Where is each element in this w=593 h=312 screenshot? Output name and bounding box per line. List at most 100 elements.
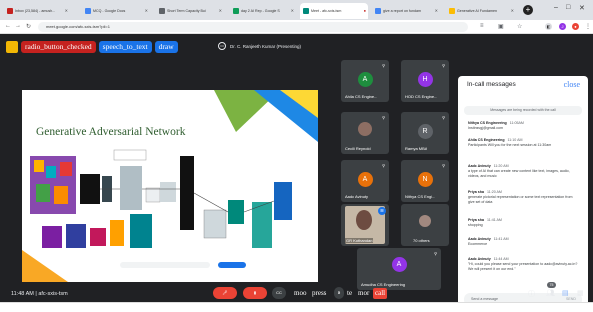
tab-close-icon[interactable]: ✕ (435, 8, 438, 13)
participant-tile[interactable]: ⚲ R Ramya MBA (401, 112, 449, 154)
camera-icon[interactable]: ▣ (498, 23, 504, 30)
tab-label: Inbox (23,584) - amush... (15, 9, 56, 13)
diagram-thumb (66, 224, 86, 248)
participant-video-tile[interactable]: ≋ GR Kothandan (341, 204, 389, 246)
avatar: H (417, 72, 433, 87)
tab-short-term[interactable]: Short Term Capacity Bui ✕ (156, 3, 224, 19)
google-icon (375, 8, 381, 14)
meet-stage: radio_button_checked speech_to_text draw… (0, 34, 593, 312)
diagram-fake-samples (203, 209, 227, 239)
diagram-noise-block (120, 166, 142, 210)
press-text[interactable]: press (310, 288, 328, 299)
shared-slide: Generative Adversarial Network (22, 90, 318, 282)
minimize-icon[interactable]: – (554, 4, 558, 11)
speech-to-text-button[interactable]: speech_to_text (98, 41, 152, 53)
camera-off-button[interactable]: ▮ (243, 287, 267, 299)
pin-icon[interactable]: ⚲ (382, 115, 385, 120)
avatar: N (417, 172, 433, 187)
pin-icon[interactable]: ⚲ (382, 63, 385, 68)
more-options-text[interactable]: moo (292, 288, 308, 299)
tab-close-icon[interactable]: ✕ (511, 8, 514, 13)
pin-icon[interactable]: ⚲ (434, 251, 437, 256)
avatar (358, 122, 372, 136)
tab-label: day 2 AI Rep - Google S (241, 9, 280, 13)
reload-icon[interactable]: ↻ (26, 23, 31, 30)
avatar: A (391, 257, 407, 272)
te-text[interactable]: te (345, 288, 354, 299)
others-count: 70 others (413, 238, 430, 243)
chat-message: Aadc Avinuty 11:20 AM a type of AI that c… (468, 164, 580, 179)
tab-label: Short Term Capacity Bui (167, 9, 206, 13)
tab-close-icon[interactable]: ✕ (219, 8, 222, 13)
chat-message: Aadc Avinuty 11:41 AM Ecommerce (468, 237, 580, 247)
bookmark-star-icon[interactable]: ☆ (517, 23, 522, 30)
extension-icon[interactable]: ◧ (545, 23, 552, 30)
chat-icon[interactable]: ▤ (562, 289, 569, 297)
more-text[interactable]: mor (356, 288, 371, 299)
profile-avatar-icon[interactable]: J (559, 23, 566, 30)
participant-name: Nithya CS Engi... (405, 194, 436, 199)
diagram-thumb (60, 162, 72, 176)
forward-icon[interactable]: → (15, 23, 21, 29)
tab-close-icon[interactable]: ✕ (145, 8, 148, 13)
participant-tile[interactable]: ⚲ N Nithya CS Engi... (401, 160, 449, 202)
tab-inbox[interactable]: Inbox (23,584) - amush... ✕ (4, 3, 70, 19)
message-text: a type of AI that can create new content… (468, 169, 570, 178)
present-screen-icon: ▭ (218, 42, 226, 50)
radio-button-checked-button[interactable]: radio_button_checked (21, 41, 96, 53)
diagram-thumb (54, 186, 68, 204)
tune-icon[interactable]: ≡ (480, 23, 484, 29)
recording-dot-icon: ● (363, 8, 366, 13)
end-call-button[interactable]: call (373, 288, 388, 299)
tab-close-icon[interactable]: ✕ (291, 8, 294, 13)
participant-tile[interactable]: ⚲ H HOD CS Engine... (401, 60, 449, 102)
sender: Priya sha (468, 190, 484, 194)
people-icon[interactable]: 👥︎ (546, 289, 555, 297)
presenter-label: ▭ Dr. C. Ranjeeth Kumar (Presenting) (218, 40, 301, 52)
tab-label: MCQ - Google Docs (93, 9, 126, 13)
tab-meet[interactable]: Meet - afc-sxis-tsm ● (300, 3, 368, 19)
tab-close-icon[interactable]: ✕ (65, 8, 68, 13)
menu-dots-icon[interactable]: ⋮ (585, 23, 591, 30)
participant-name: Ahila CS Engine... (345, 94, 378, 99)
presenter-name: Dr. C. Ranjeeth Kumar (Presenting) (230, 43, 302, 49)
pin-icon[interactable]: ⚲ (442, 115, 445, 120)
pin-icon[interactable]: ⚲ (382, 163, 385, 168)
sender: Ahila CS Engineering (468, 138, 505, 142)
activities-icon[interactable]: ▦ (577, 289, 584, 297)
tab-day2-sheet[interactable]: day 2 AI Rep - Google S ✕ (230, 3, 296, 19)
others-tile[interactable]: 70 others (401, 204, 449, 246)
back-icon[interactable]: ← (5, 23, 11, 29)
mic-off-button[interactable]: 🎤︎ (213, 287, 237, 299)
sender: Aadc Avinuty (468, 237, 491, 241)
pin-icon[interactable]: ⚲ (442, 63, 445, 68)
raise-hand-icon[interactable]: ✋︎ (334, 287, 344, 299)
message-text: Instinsvgj@gmail.com (468, 126, 504, 130)
diagram-classifier-block (274, 182, 292, 220)
avatar: A (357, 72, 373, 87)
close-window-icon[interactable]: ✕ (579, 4, 585, 12)
pin-icon[interactable]: ⚲ (442, 163, 445, 168)
participant-tile[interactable]: ⚲ Cecili Reynold (341, 112, 389, 154)
draw-button[interactable]: draw (154, 41, 178, 53)
slide-graphics (22, 90, 318, 282)
tab-label: give a report on fundam (383, 9, 421, 13)
new-tab-button[interactable]: + (523, 5, 533, 15)
maximize-icon[interactable]: □ (566, 4, 570, 11)
participant-tile[interactable]: ⚲ A Aadc Avinuty (341, 160, 389, 202)
sender: Aadc Avinuty (468, 257, 491, 261)
tab-generative-ai[interactable]: Generative AI Fundamen ✕ (446, 3, 516, 19)
participant-tile[interactable]: ⚲ A Ahila CS Engine... (341, 60, 389, 102)
timestamp: 11:44 AM (493, 257, 509, 261)
url-input[interactable]: meet.google.com/afc-sxis-tsm?pli=1 (38, 22, 468, 32)
captions-button[interactable]: CC (272, 287, 286, 299)
info-icon[interactable]: ⓘ (528, 289, 535, 299)
close-panel-button[interactable]: close (564, 80, 580, 89)
toolbar-folder-icon[interactable] (6, 41, 18, 53)
participant-name: Cecili Reynold (345, 146, 371, 151)
tab-give-report[interactable]: give a report on fundam ✕ (372, 3, 440, 19)
tab-mcq-docs[interactable]: MCQ - Google Docs ✕ (82, 3, 150, 19)
message-text: Participants Will you for the next sessi… (468, 143, 552, 147)
slide-decor-bottom (22, 250, 68, 282)
diagram-noise-box (145, 187, 161, 203)
